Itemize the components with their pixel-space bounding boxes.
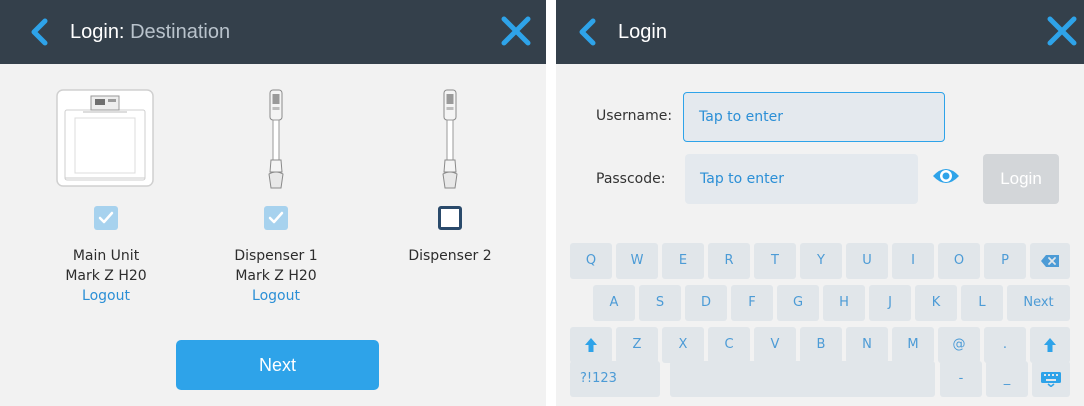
dispenser-1-checkbox[interactable] <box>264 206 288 230</box>
device-model: Mark Z H20 <box>65 268 147 284</box>
key-d[interactable]: D <box>685 285 727 321</box>
device-dispenser-1[interactable]: Dispenser 1 Mark Z H20 Logout <box>196 88 356 318</box>
device-dispenser-2[interactable]: Dispenser 2 <box>370 88 530 318</box>
username-input[interactable]: Tap to enter <box>683 92 945 142</box>
shift-key-right[interactable] <box>1030 327 1070 363</box>
key-f[interactable]: F <box>731 285 773 321</box>
dispenser-2-image <box>442 89 458 189</box>
symbols-key[interactable]: ?!123 <box>570 361 660 397</box>
key-b[interactable]: B <box>800 327 842 363</box>
backspace-key[interactable] <box>1030 243 1070 279</box>
device-name: Main Unit <box>72 248 140 264</box>
eye-icon[interactable] <box>931 165 961 187</box>
title-sub: Destination <box>130 21 231 43</box>
close-icon[interactable] <box>500 15 532 47</box>
dispenser-2-info: Dispenser 2 <box>370 246 530 266</box>
key-o[interactable]: O <box>938 243 980 279</box>
key-e[interactable]: E <box>662 243 704 279</box>
key-z[interactable]: Z <box>616 327 658 363</box>
main-unit-checkbox[interactable] <box>94 206 118 230</box>
dispenser-1-info: Dispenser 1 Mark Z H20 Logout <box>196 246 356 306</box>
chevron-left-icon[interactable] <box>30 18 48 46</box>
key-a[interactable]: A <box>593 285 635 321</box>
backspace-icon <box>1041 254 1059 267</box>
key-h[interactable]: H <box>823 285 865 321</box>
on-screen-keyboard: Q W E R T Y U I O P A S D F G H J K L Ne… <box>570 233 1070 403</box>
key-p[interactable]: P <box>984 243 1026 279</box>
main-unit-info: Main Unit Mark Z H20 Logout <box>26 246 186 306</box>
passcode-input[interactable]: Tap to enter <box>685 154 918 204</box>
next-key[interactable]: Next <box>1007 285 1070 321</box>
shift-icon <box>1044 337 1056 352</box>
header-bar: Login <box>556 0 1084 64</box>
key-l[interactable]: L <box>961 285 1003 321</box>
page-title: Login <box>618 21 667 43</box>
key-w[interactable]: W <box>616 243 658 279</box>
device-main-unit[interactable]: Main Unit Mark Z H20 Logout <box>26 88 186 318</box>
key-j[interactable]: J <box>869 285 911 321</box>
username-label: Username: <box>596 108 673 124</box>
key-m[interactable]: M <box>892 327 934 363</box>
space-key[interactable] <box>670 361 935 397</box>
page-title: Login: Destination <box>70 18 230 46</box>
device-model: Mark Z H20 <box>235 268 317 284</box>
dispenser-2-checkbox[interactable] <box>438 206 462 230</box>
key-r[interactable]: R <box>708 243 750 279</box>
close-icon[interactable] <box>1046 15 1078 47</box>
key-s[interactable]: S <box>639 285 681 321</box>
key-underscore[interactable]: _ <box>986 361 1028 397</box>
key-c[interactable]: C <box>708 327 750 363</box>
key-x[interactable]: X <box>662 327 704 363</box>
hide-keyboard-key[interactable] <box>1032 361 1070 397</box>
title-main: Login: <box>70 21 125 43</box>
logout-link-main-unit[interactable]: Logout <box>26 286 186 306</box>
next-button[interactable]: Next <box>176 340 379 390</box>
key-g[interactable]: G <box>777 285 819 321</box>
key-q[interactable]: Q <box>570 243 612 279</box>
keyboard-hide-icon <box>1041 371 1061 387</box>
key-n[interactable]: N <box>846 327 888 363</box>
shift-icon <box>585 337 597 352</box>
checkbox-checked-icon <box>268 211 284 224</box>
key-t[interactable]: T <box>754 243 796 279</box>
key-u[interactable]: U <box>846 243 888 279</box>
logout-link-dispenser-1[interactable]: Logout <box>196 286 356 306</box>
key-dash[interactable]: - <box>940 361 982 397</box>
chevron-left-icon[interactable] <box>578 18 596 46</box>
passcode-label: Passcode: <box>596 171 666 187</box>
device-name: Dispenser 1 <box>234 248 318 264</box>
key-i[interactable]: I <box>892 243 934 279</box>
login-screen: Login Username: Tap to enter Passcode: T… <box>556 0 1084 406</box>
key-y[interactable]: Y <box>800 243 842 279</box>
login-button[interactable]: Login <box>983 154 1059 204</box>
checkbox-checked-icon <box>98 211 114 224</box>
key-v[interactable]: V <box>754 327 796 363</box>
key-at[interactable]: @ <box>938 327 980 363</box>
header-bar: Login: Destination <box>0 0 546 64</box>
destination-screen: Login: Destination Main Unit Mark Z H20 <box>0 0 546 406</box>
dispenser-1-image <box>268 89 284 189</box>
key-k[interactable]: K <box>915 285 957 321</box>
shift-key-left[interactable] <box>570 327 612 363</box>
key-period[interactable]: . <box>984 327 1026 363</box>
main-unit-image <box>56 89 154 187</box>
device-name: Dispenser 2 <box>408 248 492 264</box>
